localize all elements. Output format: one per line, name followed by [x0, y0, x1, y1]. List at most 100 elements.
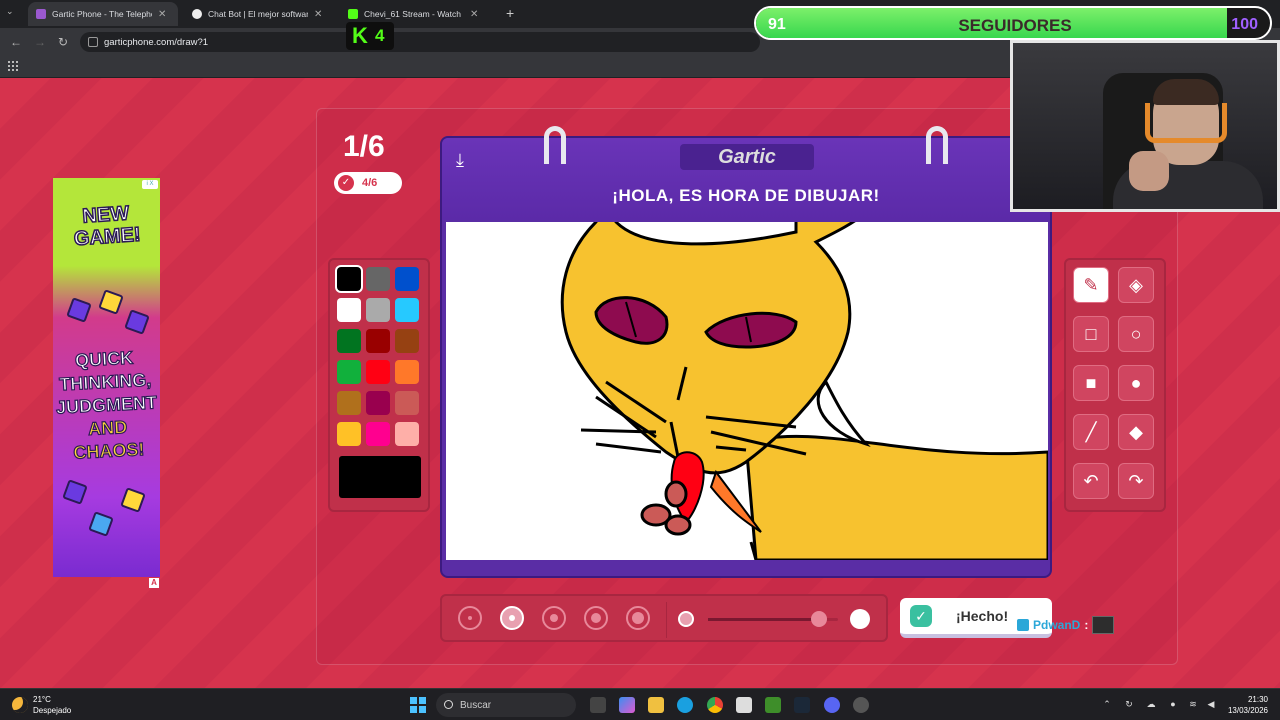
- color-swatch[interactable]: [366, 267, 390, 291]
- store-icon[interactable]: [736, 697, 752, 713]
- brush-size-option[interactable]: [626, 606, 650, 630]
- color-swatch[interactable]: [366, 298, 390, 322]
- gartic-favicon-icon: [36, 9, 46, 19]
- tab-chatbot[interactable]: Chat Bot | El mejor software para ✕: [184, 2, 334, 26]
- brush-size-option[interactable]: [500, 606, 524, 630]
- tab-search-icon[interactable]: ⌄: [6, 6, 22, 22]
- mic-icon[interactable]: ●: [1168, 699, 1178, 709]
- color-swatch[interactable]: [366, 422, 390, 446]
- follower-goal-bar: 91 SEGUIDORES 100: [754, 6, 1272, 40]
- ad-banner[interactable]: i X NEW GAME! QUICK THINKING, JUDGMENT A…: [53, 178, 160, 577]
- tray-chevron-icon[interactable]: ⌃: [1102, 699, 1112, 709]
- task-view-icon[interactable]: [590, 697, 606, 713]
- weather-widget[interactable]: 21°C Despejado: [33, 694, 71, 716]
- color-swatch[interactable]: [395, 422, 419, 446]
- opacity-slider-handle[interactable]: [810, 611, 827, 627]
- streamer-hand: [1129, 151, 1169, 191]
- forward-icon[interactable]: →: [34, 35, 46, 49]
- board-header: ⤓ Gartic ¡HOLA, ES HORA DE DIBUJAR!: [442, 138, 1050, 220]
- players-done-badge: ✓ 4/6: [334, 172, 402, 194]
- close-icon[interactable]: ✕: [470, 9, 478, 20]
- color-swatch[interactable]: [366, 329, 390, 353]
- search-icon: [444, 700, 453, 709]
- streamer-hair: [1153, 79, 1219, 105]
- download-icon[interactable]: ⤓: [456, 150, 464, 171]
- opacity-high-icon: [850, 609, 870, 629]
- discord-icon[interactable]: [824, 697, 840, 713]
- minecraft-icon[interactable]: [765, 697, 781, 713]
- steam-icon[interactable]: [794, 697, 810, 713]
- players-done-count: 4/6: [362, 177, 378, 189]
- color-swatch[interactable]: [337, 391, 361, 415]
- current-color-preview: [339, 456, 421, 498]
- drawing-canvas[interactable]: [446, 222, 1048, 560]
- reload-icon[interactable]: ↻: [58, 35, 68, 49]
- taskbar-search[interactable]: Buscar: [436, 693, 576, 717]
- ad-copy: QUICK THINKING, JUDGMENT AND CHAOS!: [55, 347, 158, 463]
- opacity-fill: [708, 618, 819, 621]
- ad-headline: NEW GAME!: [72, 202, 142, 251]
- color-swatch[interactable]: [395, 391, 419, 415]
- apps-grid-icon[interactable]: [8, 61, 18, 71]
- gem-icon: [62, 479, 88, 505]
- chrome-icon[interactable]: [707, 697, 723, 713]
- volume-icon[interactable]: ◀: [1206, 699, 1216, 709]
- pencil-icon[interactable]: ✎: [1073, 267, 1109, 303]
- brush-size-option[interactable]: [458, 606, 482, 630]
- brush-size-option[interactable]: [584, 606, 608, 630]
- kick-logo-icon: K: [352, 23, 368, 48]
- color-swatch[interactable]: [395, 267, 419, 291]
- wifi-icon[interactable]: ≋: [1188, 699, 1198, 709]
- tab-title: Chat Bot | El mejor software para: [208, 9, 308, 19]
- sync-icon[interactable]: ↻: [1124, 699, 1134, 709]
- ad-marker: A: [149, 578, 159, 588]
- windows-taskbar: 21°C Despejado Buscar ⌃ ↻ ☁ ● ≋ ◀ 21:30 …: [0, 688, 1280, 720]
- kick-favicon-icon: [348, 9, 358, 19]
- circle-outline-icon[interactable]: ○: [1118, 316, 1154, 352]
- color-swatch[interactable]: [337, 422, 361, 446]
- file-explorer-icon[interactable]: [648, 697, 664, 713]
- address-bar[interactable]: garticphone.com/draw?1: [80, 32, 760, 52]
- search-placeholder: Buscar: [460, 699, 492, 711]
- start-icon[interactable]: [410, 697, 426, 713]
- check-icon: ✓: [338, 175, 354, 191]
- brush-size-option[interactable]: [542, 606, 566, 630]
- draw-prompt: ¡HOLA, ES HORA DE DIBUJAR!: [612, 186, 880, 205]
- color-swatch[interactable]: [366, 360, 390, 384]
- color-swatch[interactable]: [337, 267, 361, 291]
- ad-choices-icon[interactable]: i X: [142, 180, 158, 189]
- line-icon[interactable]: ╱: [1073, 414, 1109, 450]
- obs-icon[interactable]: [853, 697, 869, 713]
- color-swatch[interactable]: [395, 329, 419, 353]
- edge-icon[interactable]: [677, 697, 693, 713]
- gem-icon: [124, 309, 150, 335]
- moderator-icon: [1017, 619, 1029, 631]
- color-swatch[interactable]: [395, 298, 419, 322]
- undo-icon[interactable]: ↶: [1073, 463, 1109, 499]
- cloud-icon[interactable]: ☁: [1146, 699, 1156, 709]
- weather-moon-icon[interactable]: [12, 697, 28, 713]
- fill-bucket-icon[interactable]: ◆: [1118, 414, 1154, 450]
- system-clock[interactable]: 21:30 13/03/2026: [1224, 694, 1268, 716]
- eraser-icon[interactable]: ◈: [1118, 267, 1154, 303]
- tab-gartic[interactable]: Gartic Phone - The Telephone Game ✕: [28, 2, 178, 26]
- color-swatch[interactable]: [366, 391, 390, 415]
- rect-fill-icon[interactable]: ■: [1073, 365, 1109, 401]
- close-icon[interactable]: ✕: [314, 9, 322, 20]
- site-info-icon[interactable]: [88, 37, 98, 47]
- close-icon[interactable]: ✕: [158, 9, 166, 20]
- rect-outline-icon[interactable]: □: [1073, 316, 1109, 352]
- followers-label: SEGUIDORES: [958, 16, 1072, 35]
- color-swatch[interactable]: [337, 360, 361, 384]
- back-icon[interactable]: ←: [10, 35, 22, 49]
- redo-icon[interactable]: ↷: [1118, 463, 1154, 499]
- color-swatch[interactable]: [337, 329, 361, 353]
- color-swatch[interactable]: [395, 360, 419, 384]
- circle-fill-icon[interactable]: ●: [1118, 365, 1154, 401]
- color-swatch[interactable]: [337, 298, 361, 322]
- brush-options: [440, 594, 888, 642]
- copilot-icon[interactable]: [619, 697, 635, 713]
- new-tab-button[interactable]: +: [506, 5, 514, 21]
- kick-badge: K 4: [346, 22, 394, 50]
- gem-icon: [66, 297, 92, 323]
